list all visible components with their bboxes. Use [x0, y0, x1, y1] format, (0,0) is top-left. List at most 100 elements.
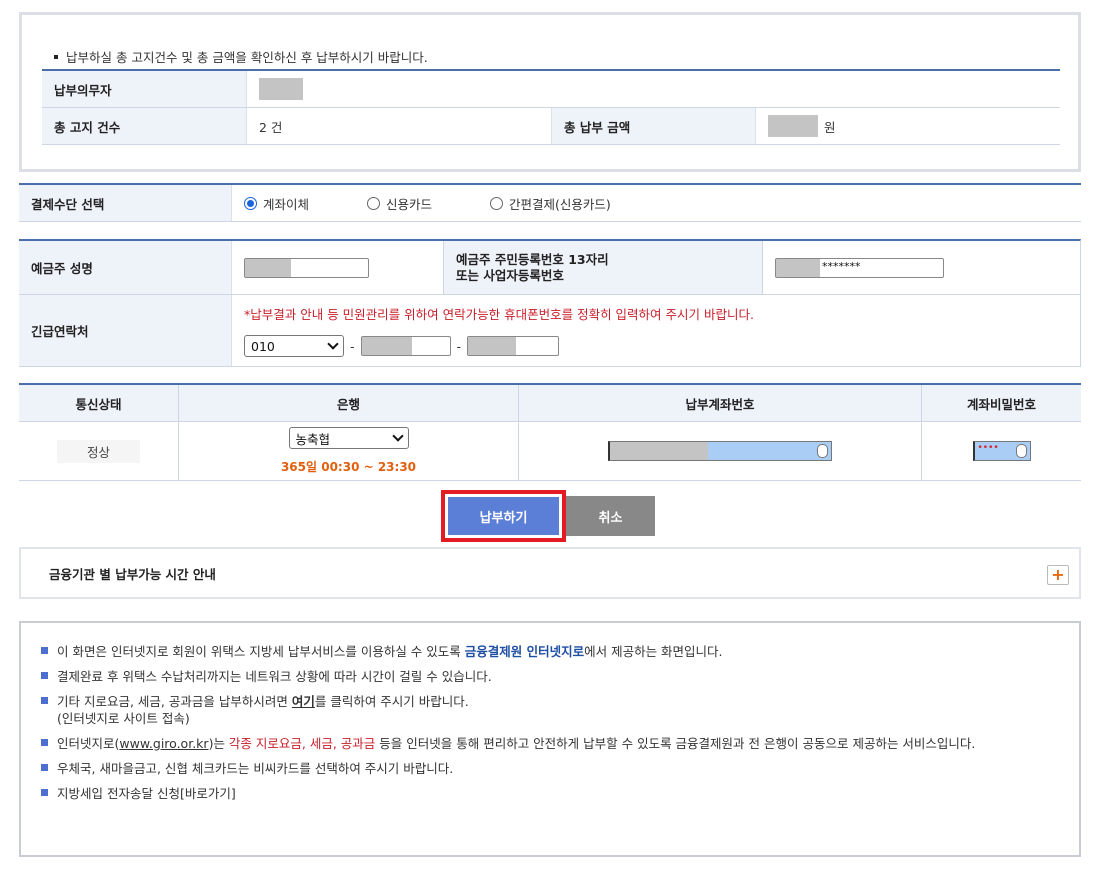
radio-unchecked-icon — [367, 196, 381, 210]
depositor-id-label: 예금주 주민등록번호 13자리 또는 사업자등록번호 — [443, 241, 762, 294]
account-number-cell — [519, 422, 922, 480]
depositor-row-phone: 긴급연락처 *납부결과 안내 등 민원관리를 위하여 연락가능한 휴대폰번호를 … — [19, 295, 1080, 366]
here-link[interactable]: 여기 — [292, 694, 315, 709]
dash: - — [350, 338, 355, 354]
amount-unit: 원 — [824, 119, 836, 135]
depositor-row-identity: 예금주 성명 예금주 주민등록번호 13자리 또는 사업자등록번호 ******… — [19, 241, 1080, 295]
dash: - — [456, 338, 462, 354]
depositor-name-label: 예금주 성명 — [19, 241, 231, 294]
chevron-down-icon — [327, 338, 339, 350]
expand-plus-icon[interactable]: + — [1047, 565, 1069, 585]
info-highlight: 금융결제원 인터넷지로 — [464, 644, 585, 659]
phone-middle-input[interactable] — [360, 336, 451, 356]
obligor-label: 납부의무자 — [42, 71, 246, 107]
account-password-cell: •••• — [922, 422, 1081, 480]
info-text-part: 등을 인터넷을 통해 편리하고 안전하게 납부할 수 있도록 금융결제원과 전 … — [375, 736, 976, 751]
info-text-part: 기타 지로요금, 세금, 공과금을 납부하시려면 — [57, 694, 292, 709]
radio-easy-pay[interactable]: 간편결제(신용카드) — [490, 194, 611, 213]
bullet-square-icon — [41, 739, 48, 746]
info-highlight: 각종 지로요금, 세금, 공과금 — [228, 736, 376, 751]
payment-method-options: 계좌이체 신용카드 간편결제(신용카드) — [231, 185, 1081, 221]
amount-value: 원 — [755, 108, 1060, 144]
time-guide-panel[interactable]: 금융기관 별 납부가능 시간 안내 + — [19, 547, 1081, 599]
info-box: 이 화면은 인터넷지로 회원이 위택스 지방세 납부서비스를 이용하실 수 있도… — [19, 621, 1081, 857]
info-item: 우체국, 새마을금고, 신협 체크카드는 비씨카드를 선택하여 주시기 바랍니다… — [41, 760, 1061, 777]
info-item: 결제완료 후 위택스 수납처리까지는 네트워크 상황에 따라 시간이 걸릴 수 … — [41, 668, 1061, 685]
col-account-number: 납부계좌번호 — [519, 385, 922, 421]
e-delivery-link[interactable]: 지방세입 전자송달 신청[바로가기] — [57, 785, 236, 802]
account-number-input[interactable] — [608, 441, 832, 461]
select-value: 010 — [251, 338, 275, 354]
cancel-button[interactable]: 취소 — [566, 496, 655, 536]
id-masked-suffix: ******* — [822, 259, 861, 273]
count-label: 총 고지 건수 — [42, 108, 246, 144]
mouse-icon — [1015, 444, 1027, 458]
radio-label: 간편결제(신용카드) — [509, 196, 611, 212]
masked-value — [468, 337, 517, 355]
info-text: 결제완료 후 위택스 수납처리까지는 네트워크 상황에 따라 시간이 걸릴 수 … — [57, 669, 492, 684]
radio-account-transfer[interactable]: 계좌이체 — [244, 194, 309, 213]
bullet-square-icon — [41, 789, 48, 796]
radio-checked-icon — [244, 196, 257, 210]
depositor-name-input[interactable] — [244, 257, 369, 278]
depositor-name-cell — [231, 241, 443, 294]
info-text: 이 화면은 인터넷지로 회원이 위택스 지방세 납부서비스를 이용하실 수 있도… — [57, 643, 723, 660]
masked-value — [610, 442, 708, 460]
phone-inputs: 010 - - — [244, 335, 560, 357]
status-cell: 정상 — [19, 422, 179, 480]
info-item: 기타 지로요금, 세금, 공과금을 납부하시려면 여기를 클릭하여 주시기 바랍… — [41, 693, 1061, 727]
bullet-square-icon — [41, 764, 48, 771]
obligor-value — [246, 71, 1060, 107]
col-bank: 은행 — [179, 385, 519, 421]
count-value: 2 건 — [246, 108, 551, 144]
info-item: 인터넷지로(www.giro.or.kr)는 각종 지로요금, 세금, 공과금 … — [41, 735, 1061, 752]
select-value: 농축협 — [295, 431, 331, 447]
chevron-down-icon — [391, 430, 404, 442]
summary-note-text: 납부하실 총 고지건수 및 총 금액을 확인하신 후 납부하시기 바랍니다. — [66, 50, 428, 65]
summary-row-obligor: 납부의무자 — [42, 71, 1060, 108]
bank-table-header: 통신상태 은행 납부계좌번호 계좌비밀번호 — [19, 385, 1081, 422]
info-text-part: 에서 제공하는 화면입니다. — [584, 644, 723, 659]
password-dots: •••• — [977, 443, 999, 453]
bank-table-row: 정상 농축협 365일 00:30 ~ 23:30 •••• — [19, 422, 1081, 480]
bank-hours: 365일 00:30 ~ 23:30 — [280, 460, 417, 474]
depositor-id-label-line2: 또는 사업자등록번호 — [456, 267, 564, 283]
radio-label: 계좌이체 — [263, 196, 310, 212]
depositor-table: 예금주 성명 예금주 주민등록번호 13자리 또는 사업자등록번호 ******… — [19, 239, 1081, 367]
depositor-id-input[interactable]: ******* — [775, 257, 944, 278]
bullet-icon — [54, 54, 58, 59]
info-text-part: 이 화면은 인터넷지로 회원이 위택스 지방세 납부서비스를 이용하실 수 있도… — [57, 644, 465, 659]
giro-link[interactable]: www.giro.or.kr — [119, 736, 208, 751]
bank-cell: 농축협 365일 00:30 ~ 23:30 — [179, 422, 519, 480]
info-text: 기타 지로요금, 세금, 공과금을 납부하시려면 여기를 클릭하여 주시기 바랍… — [57, 693, 469, 727]
account-password-input[interactable]: •••• — [972, 441, 1031, 461]
info-text-part: (인터넷지로 사이트 접속) — [57, 711, 190, 726]
bank-table: 통신상태 은행 납부계좌번호 계좌비밀번호 정상 농축협 365일 00:30 … — [19, 383, 1081, 481]
radio-label: 신용카드 — [386, 196, 433, 212]
radio-unchecked-icon — [490, 196, 504, 210]
phone-label: 긴급연락처 — [19, 295, 231, 366]
pay-button[interactable]: 납부하기 — [448, 497, 559, 535]
depositor-id-label-line1: 예금주 주민등록번호 13자리 — [456, 251, 609, 267]
bullet-square-icon — [41, 697, 48, 704]
info-text: 우체국, 새마을금고, 신협 체크카드는 비씨카드를 선택하여 주시기 바랍니다… — [57, 761, 454, 776]
phone-prefix-select[interactable]: 010 — [244, 335, 344, 357]
info-item: 이 화면은 인터넷지로 회원이 위택스 지방세 납부서비스를 이용하실 수 있도… — [41, 643, 1061, 660]
radio-credit-card[interactable]: 신용카드 — [367, 194, 432, 213]
phone-notice: *납부결과 안내 등 민원관리를 위하여 연락가능한 휴대폰번호를 정확히 입력… — [244, 307, 754, 322]
phone-last-input[interactable] — [467, 336, 560, 356]
info-text-part: )는 — [208, 736, 229, 751]
info-text-part: 를 클릭하여 주시기 바랍니다. — [314, 694, 469, 709]
bullet-square-icon — [41, 647, 48, 654]
status-value: 정상 — [56, 439, 140, 463]
amount-masked — [768, 115, 818, 137]
summary-table: 납부의무자 총 고지 건수 2 건 총 납부 금액 원 — [42, 69, 1060, 145]
bank-select[interactable]: 농축협 — [288, 427, 409, 449]
masked-value — [245, 258, 291, 277]
time-guide-label: 금융기관 별 납부가능 시간 안내 — [49, 566, 216, 582]
masked-value — [361, 337, 412, 355]
masked-value — [776, 258, 820, 277]
phone-cell: *납부결과 안내 등 민원관리를 위하여 연락가능한 휴대폰번호를 정확히 입력… — [231, 295, 1080, 366]
payment-method-row: 결제수단 선택 계좌이체 신용카드 간편결제(신용카드) — [19, 183, 1081, 222]
summary-box: 납부하실 총 고지건수 및 총 금액을 확인하신 후 납부하시기 바랍니다. 납… — [19, 12, 1081, 172]
